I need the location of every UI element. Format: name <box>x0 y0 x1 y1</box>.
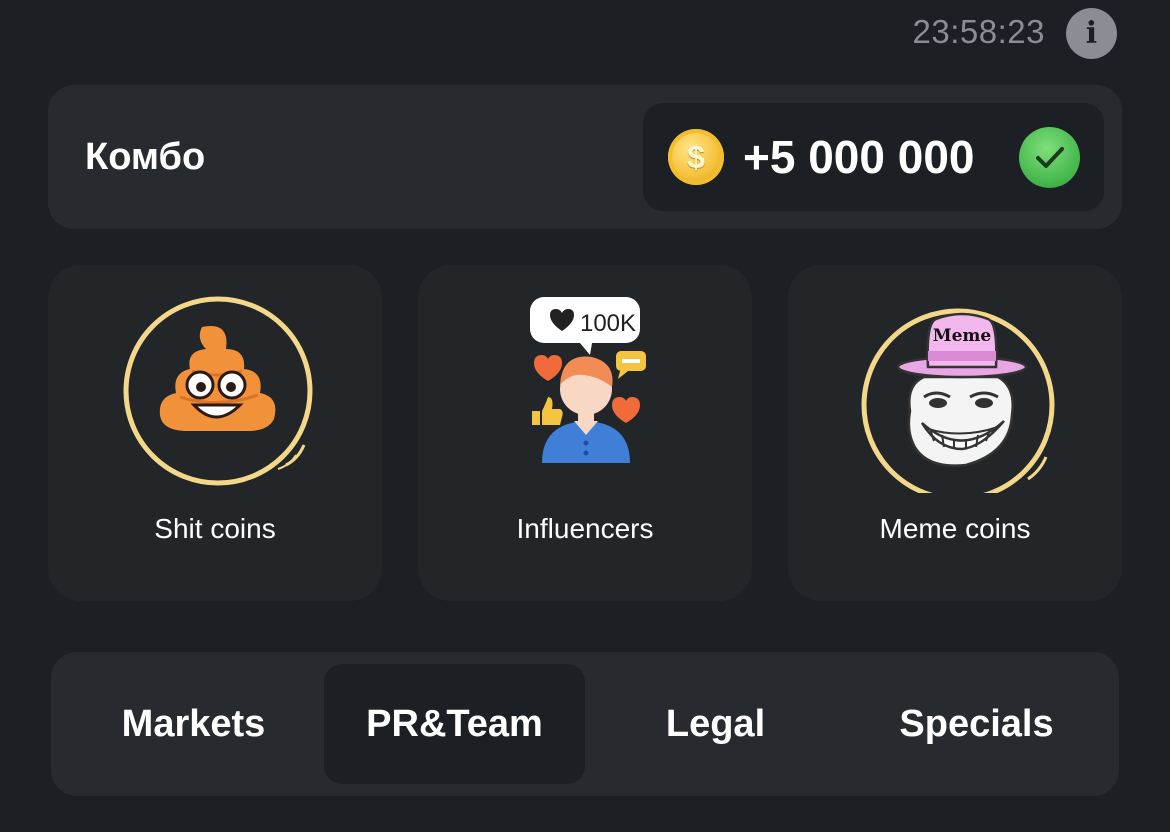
card-label: Influencers <box>516 513 654 544</box>
tab-pr-team[interactable]: PR&Team <box>324 664 585 784</box>
poop-icon <box>118 293 318 493</box>
coin-icon: $ <box>668 129 724 185</box>
reward-amount: +5 000 000 <box>743 131 975 183</box>
category-tabs: Markets PR&Team Legal Specials <box>51 652 1119 796</box>
info-icon[interactable]: i <box>1066 8 1117 59</box>
card-label: Shit coins <box>154 513 276 544</box>
coin-glyph: $ <box>687 139 705 175</box>
tab-specials[interactable]: Specials <box>846 664 1107 784</box>
info-glyph: i <box>1085 16 1098 51</box>
followers-badge: 100K <box>580 310 636 337</box>
card-influencers[interactable]: 100K Influencers <box>415 262 755 604</box>
hat-label: Meme <box>933 326 992 346</box>
combo-title: Комбо <box>85 136 206 178</box>
countdown-timer: 23:58:23 <box>912 13 1045 50</box>
troll-face-icon: Meme <box>858 293 1058 502</box>
tab-legal[interactable]: Legal <box>585 664 846 784</box>
influencer-icon: 100K <box>488 293 688 493</box>
card-shit-coins[interactable]: Shit coins <box>45 262 385 604</box>
combo-panel: Комбо $ +5 000 000 <box>48 85 1122 229</box>
check-icon <box>1019 127 1080 188</box>
combo-reward: $ +5 000 000 <box>643 103 1104 211</box>
card-meme-coins[interactable]: Meme Meme coins <box>785 262 1125 604</box>
tab-markets[interactable]: Markets <box>63 664 324 784</box>
card-label: Meme coins <box>879 513 1031 544</box>
